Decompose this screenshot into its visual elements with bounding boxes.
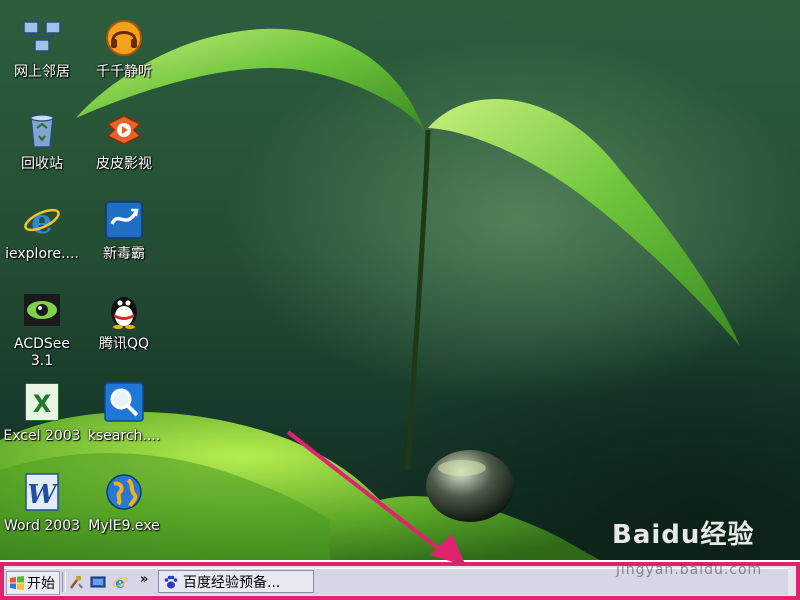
desktop-icon-iexplore[interactable]: e iexplore.... [0,200,84,286]
taskbar-window-label: 百度经验预备... [183,574,281,591]
desktop-icon-word[interactable]: W Word 2003 [0,472,84,558]
desktop-icon-excel[interactable]: X Excel 2003 [0,382,84,468]
icon-label: ACDSee 3.1 [14,336,70,369]
icon-label: 新毒霸 [103,246,145,262]
watermark-url: jingyan.baidu.com [616,562,763,578]
start-label: 开始 [27,576,55,592]
svg-text:e: e [115,574,125,590]
search-magnifier-icon [104,382,144,422]
svg-text:X: X [33,390,52,418]
quicklaunch-overflow[interactable]: » [140,572,148,587]
recycle-bin-icon [30,114,54,148]
taskbar-window-button[interactable]: 百度经验预备... [158,570,314,593]
desktop-icon-acdsee[interactable]: ACDSee 3.1 [0,290,84,376]
show-desktop-icon[interactable] [90,574,106,590]
icon-label: Excel 2003 [3,428,81,444]
watermark-brand: Baidu经验 [612,520,755,550]
svg-text:e: e [31,202,53,240]
baidu-jingyan-watermark: Baidu经验 jingyan.baidu.com [612,514,792,584]
internet-explorer-icon: e [24,202,60,240]
qq-penguin-icon [111,297,137,329]
icon-label: 回收站 [21,156,63,172]
icon-label: 网上邻居 [14,64,70,80]
windows-flag-icon [10,576,24,590]
start-button[interactable]: 开始 [6,571,60,595]
icon-label: 皮皮影视 [96,156,152,172]
desktop-icon-ksearch[interactable]: ksearch.... [82,382,166,468]
ttplayer-icon [106,20,142,56]
network-neighborhood-icon [23,21,61,52]
pipi-video-icon [106,115,142,145]
baidu-paw-icon [164,575,178,588]
icon-label: MyIE9.exe [88,518,160,534]
desktop-icon-qq[interactable]: 腾讯QQ [82,290,166,376]
acdsee-icon [24,294,60,326]
icon-label: Word 2003 [3,518,81,534]
quicklaunch-separator [62,572,66,592]
desktop-icon-network-neighborhood[interactable]: 网上邻居 [0,18,84,104]
icon-label: ksearch.... [87,428,161,444]
globe-icon [106,474,142,510]
excel-icon: X [25,383,59,421]
tools-icon[interactable] [68,574,84,590]
desktop-icon-pipi-video[interactable]: 皮皮影视 [82,110,166,196]
desktop-icon-kingsoft-antivirus[interactable]: 新毒霸 [82,200,166,286]
desktop-icon-myie9[interactable]: MyIE9.exe [82,472,166,558]
svg-text:W: W [27,480,59,510]
desktop-icon-recycle-bin[interactable]: 回收站 [0,110,84,196]
internet-explorer-icon[interactable]: e [112,574,128,590]
icon-label: iexplore.... [5,246,79,262]
word-icon: W [25,473,59,511]
icon-label: 千千静听 [96,64,152,80]
desktop-icon-ttplayer[interactable]: 千千静听 [82,18,166,104]
kingsoft-antivirus-icon [105,201,143,239]
icon-label: 腾讯QQ [98,336,150,352]
